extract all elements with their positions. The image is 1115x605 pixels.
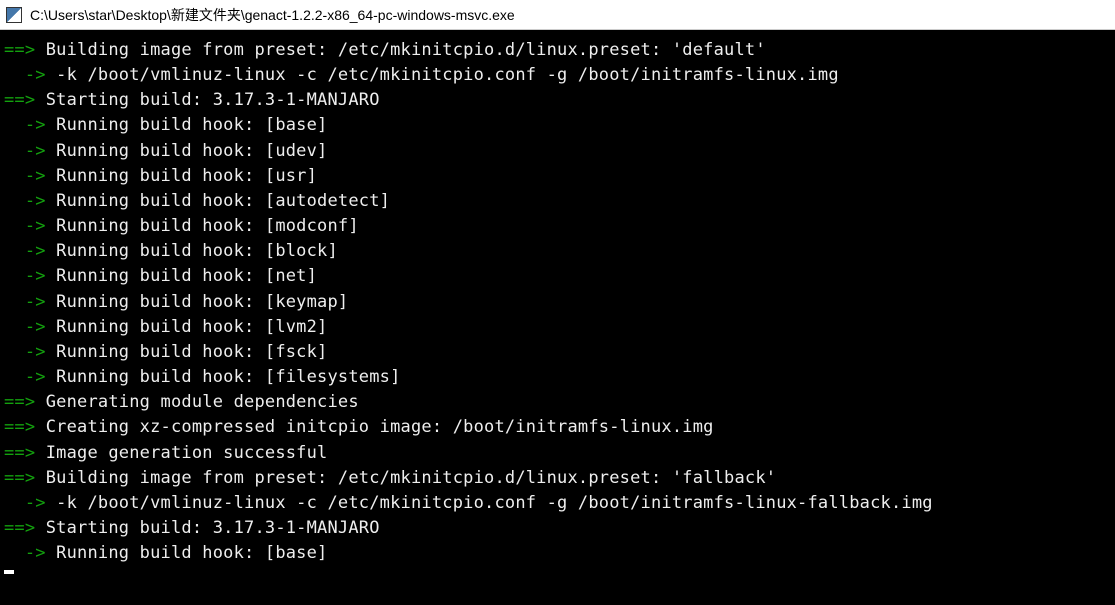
terminal-line: -> Running build hook: [autodetect] [4, 189, 1111, 214]
line-prefix: -> [4, 241, 46, 261]
line-text: Generating module dependencies [35, 392, 358, 412]
line-text: Running build hook: [base] [46, 115, 328, 135]
line-prefix: ==> [4, 417, 35, 437]
terminal-line: ==> Image generation successful [4, 441, 1111, 466]
line-prefix: ==> [4, 392, 35, 412]
line-prefix: -> [4, 493, 46, 513]
line-text: Creating xz-compressed initcpio image: /… [35, 417, 713, 437]
line-prefix: -> [4, 166, 46, 186]
line-text: Running build hook: [lvm2] [46, 317, 328, 337]
app-icon [6, 7, 22, 23]
terminal-line: -> -k /boot/vmlinuz-linux -c /etc/mkinit… [4, 491, 1111, 516]
line-text: -k /boot/vmlinuz-linux -c /etc/mkinitcpi… [46, 493, 933, 513]
terminal-line: -> Running build hook: [filesystems] [4, 365, 1111, 390]
line-prefix: -> [4, 342, 46, 362]
terminal-line: ==> Building image from preset: /etc/mki… [4, 38, 1111, 63]
terminal-line: ==> Building image from preset: /etc/mki… [4, 466, 1111, 491]
terminal-line: -> Running build hook: [base] [4, 541, 1111, 566]
line-prefix: -> [4, 543, 46, 563]
line-text: Starting build: 3.17.3-1-MANJARO [35, 518, 379, 538]
terminal-line: -> Running build hook: [lvm2] [4, 315, 1111, 340]
terminal-output[interactable]: ==> Building image from preset: /etc/mki… [0, 30, 1115, 605]
line-text: -k /boot/vmlinuz-linux -c /etc/mkinitcpi… [46, 65, 839, 85]
line-text: Running build hook: [modconf] [46, 216, 359, 236]
terminal-line: -> Running build hook: [block] [4, 239, 1111, 264]
line-text: Running build hook: [usr] [46, 166, 317, 186]
terminal-line: -> Running build hook: [keymap] [4, 290, 1111, 315]
line-text: Running build hook: [udev] [46, 141, 328, 161]
line-text: Running build hook: [block] [46, 241, 338, 261]
line-text: Image generation successful [35, 443, 327, 463]
line-prefix: ==> [4, 90, 35, 110]
cursor [4, 570, 14, 574]
terminal-line: -> Running build hook: [udev] [4, 139, 1111, 164]
line-prefix: -> [4, 266, 46, 286]
line-prefix: ==> [4, 468, 35, 488]
window-title: C:\Users\star\Desktop\新建文件夹\genact-1.2.2… [30, 5, 515, 25]
line-prefix: -> [4, 65, 46, 85]
line-prefix: -> [4, 141, 46, 161]
line-text: Starting build: 3.17.3-1-MANJARO [35, 90, 379, 110]
terminal-line: -> Running build hook: [fsck] [4, 340, 1111, 365]
line-text: Running build hook: [net] [46, 266, 317, 286]
terminal-line: ==> Generating module dependencies [4, 390, 1111, 415]
terminal-line: -> Running build hook: [modconf] [4, 214, 1111, 239]
line-text: Running build hook: [base] [46, 543, 328, 563]
terminal-line: -> -k /boot/vmlinuz-linux -c /etc/mkinit… [4, 63, 1111, 88]
terminal-line: -> Running build hook: [net] [4, 264, 1111, 289]
line-text: Building image from preset: /etc/mkinitc… [35, 468, 776, 488]
terminal-line: -> Running build hook: [base] [4, 113, 1111, 138]
line-prefix: -> [4, 191, 46, 211]
line-text: Running build hook: [fsck] [46, 342, 328, 362]
terminal-line: ==> Starting build: 3.17.3-1-MANJARO [4, 516, 1111, 541]
line-prefix: ==> [4, 443, 35, 463]
terminal-line: -> Running build hook: [usr] [4, 164, 1111, 189]
line-text: Running build hook: [filesystems] [46, 367, 401, 387]
terminal-line: ==> Starting build: 3.17.3-1-MANJARO [4, 88, 1111, 113]
line-prefix: -> [4, 317, 46, 337]
line-text: Running build hook: [keymap] [46, 292, 349, 312]
line-prefix: -> [4, 115, 46, 135]
line-prefix: ==> [4, 518, 35, 538]
line-prefix: -> [4, 292, 46, 312]
line-text: Building image from preset: /etc/mkinitc… [35, 40, 765, 60]
line-prefix: -> [4, 367, 46, 387]
window-titlebar[interactable]: C:\Users\star\Desktop\新建文件夹\genact-1.2.2… [0, 0, 1115, 30]
line-prefix: ==> [4, 40, 35, 60]
line-prefix: -> [4, 216, 46, 236]
terminal-line: ==> Creating xz-compressed initcpio imag… [4, 415, 1111, 440]
line-text: Running build hook: [autodetect] [46, 191, 390, 211]
